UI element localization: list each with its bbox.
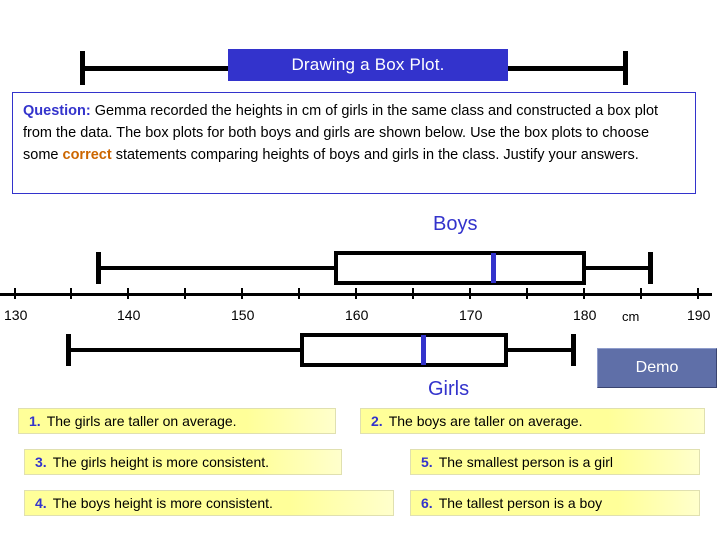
axis-tick-minor-1 xyxy=(70,288,72,299)
girls-median-line xyxy=(421,335,426,365)
statement-1-text: The girls are taller on average. xyxy=(46,413,237,429)
boys-max-whisker-cap xyxy=(648,252,653,284)
axis-tick-170 xyxy=(469,288,471,299)
axis-tick-minor-3 xyxy=(298,288,300,299)
title-rule-left-cap xyxy=(80,51,85,85)
statement-2-number: 2. xyxy=(371,413,383,429)
title-rule-right-cap xyxy=(623,51,628,85)
statement-6-text: The tallest person is a boy xyxy=(438,495,603,511)
statement-1-number: 1. xyxy=(29,413,41,429)
axis-tick-140 xyxy=(127,288,129,299)
question-box: Question: Gemma recorded the heights in … xyxy=(12,92,696,194)
statement-4-number: 4. xyxy=(35,495,47,511)
axis-label-150: 150 xyxy=(231,307,255,323)
axis-label-190: 190 xyxy=(687,307,711,323)
statement-option-4[interactable]: 4. The boys height is more consistent. xyxy=(24,490,394,516)
axis-tick-minor-6 xyxy=(640,288,642,299)
axis-label-130: 130 xyxy=(4,307,28,323)
statement-option-2[interactable]: 2. The boys are taller on average. xyxy=(360,408,705,434)
axis-tick-180 xyxy=(583,288,585,299)
statement-5-text: The smallest person is a girl xyxy=(438,454,613,470)
question-label: Question xyxy=(23,103,86,119)
statement-option-6[interactable]: 6. The tallest person is a boy xyxy=(410,490,700,516)
girls-box xyxy=(300,333,508,367)
boys-upper-whisker-line xyxy=(584,266,652,270)
statement-3-number: 3. xyxy=(35,454,47,470)
axis-label-160: 160 xyxy=(345,307,369,323)
statement-6-number: 6. xyxy=(421,495,433,511)
axis-tick-130 xyxy=(14,288,16,299)
girls-upper-whisker-line xyxy=(506,348,574,352)
axis-tick-minor-5 xyxy=(526,288,528,299)
slide-canvas: Drawing a Box Plot. Question: Gemma reco… xyxy=(0,0,720,540)
axis-tick-minor-4 xyxy=(412,288,414,299)
question-part2: statements comparing heights of boys and… xyxy=(111,147,639,163)
statement-4-text: The boys height is more consistent. xyxy=(52,495,273,511)
girls-max-whisker-cap xyxy=(571,334,576,366)
axis-tick-190 xyxy=(697,288,699,299)
question-emphasis: correct xyxy=(62,147,112,163)
title-rule-right xyxy=(508,66,628,71)
statement-option-1[interactable]: 1. The girls are taller on average. xyxy=(18,408,336,434)
statement-3-text: The girls height is more consistent. xyxy=(52,454,270,470)
boys-box xyxy=(334,251,586,285)
statement-2-text: The boys are taller on average. xyxy=(388,413,583,429)
boys-median-line xyxy=(491,253,496,283)
title-rule-left xyxy=(80,66,228,71)
page-title: Drawing a Box Plot. xyxy=(228,49,508,81)
axis-label-140: 140 xyxy=(117,307,141,323)
axis-tick-150 xyxy=(241,288,243,299)
girls-plot-label: Girls xyxy=(428,378,470,400)
statement-5-number: 5. xyxy=(421,454,433,470)
question-text: Question: Gemma recorded the heights in … xyxy=(23,100,685,166)
statement-option-5[interactable]: 5. The smallest person is a girl xyxy=(410,449,700,475)
demo-button[interactable]: Demo xyxy=(597,348,717,388)
axis-tick-160 xyxy=(355,288,357,299)
axis-tick-minor-2 xyxy=(184,288,186,299)
statement-option-3[interactable]: 3. The girls height is more consistent. xyxy=(24,449,342,475)
boys-lower-whisker-line xyxy=(96,266,336,270)
boys-plot-label: Boys xyxy=(433,213,478,235)
axis-unit-label: cm xyxy=(622,309,640,324)
axis-label-180: 180 xyxy=(573,307,597,323)
axis-label-170: 170 xyxy=(459,307,483,323)
girls-lower-whisker-line xyxy=(66,348,302,352)
